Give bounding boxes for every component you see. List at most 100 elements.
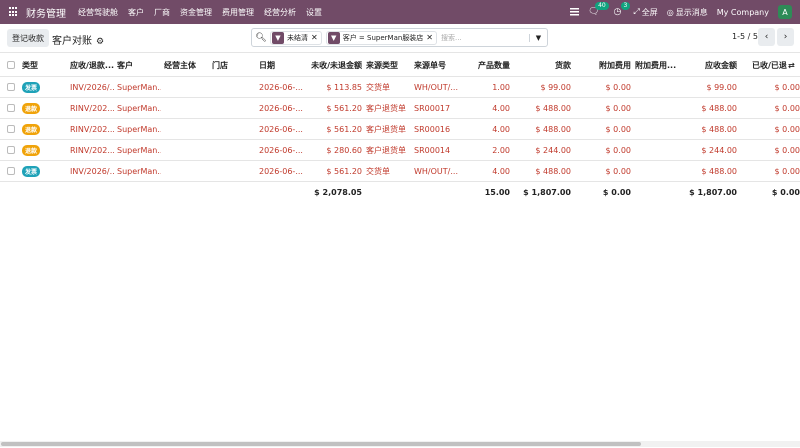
filter-facet-customer[interactable]: ▼ 客户 = SuperMan服装店 ✕	[325, 30, 437, 45]
search-bar: 🔍︎ ▼ 未结清 ✕ ▼ 客户 = SuperMan服装店 ✕ 搜索... ▼	[251, 28, 548, 47]
chevron-down-icon[interactable]: ▼	[529, 33, 547, 42]
register-payment-button[interactable]: 登记收款	[7, 29, 49, 47]
type-badge: 发票	[22, 165, 41, 177]
col-ref[interactable]: 应收/退款...	[70, 54, 114, 76]
activity-button[interactable]: ◷ 3	[614, 2, 631, 17]
cell-received: $ 0.00	[774, 145, 800, 155]
cell-entity	[164, 77, 208, 97]
menu-item-customers[interactable]: 客户	[128, 7, 144, 18]
scrollbar-thumb[interactable]	[1, 442, 641, 446]
search-input[interactable]: 搜索...	[441, 33, 529, 43]
messages-button[interactable]: ◎ 显示消息	[667, 7, 708, 18]
expand-icon: ⤢	[633, 7, 640, 16]
next-page-button[interactable]: ›	[777, 28, 794, 46]
total-unpaid: $ 2,078.05	[314, 188, 362, 197]
cell-customer: SuperMan...	[117, 145, 161, 155]
cell-extra-2	[635, 140, 685, 160]
menu-item-funds[interactable]: 资金管理	[180, 7, 212, 18]
col-goods[interactable]: 货款	[514, 54, 571, 76]
cell-received: $ 0.00	[774, 166, 800, 176]
chevron-left-icon: ‹	[764, 32, 769, 42]
type-badge: 退款	[22, 102, 41, 114]
menu-item-vendors[interactable]: 厂商	[154, 7, 170, 18]
horizontal-scrollbar[interactable]	[0, 441, 800, 447]
row-checkbox[interactable]	[7, 140, 19, 160]
total-extra: $ 0.00	[602, 188, 631, 197]
cell-receivable: $ 244.00	[701, 145, 737, 155]
col-extra[interactable]: 附加费用	[575, 54, 631, 76]
cell-goods: $ 488.00	[535, 166, 571, 176]
pager-value[interactable]: 1-5 / 5	[732, 32, 758, 41]
cell-extra: $ 0.00	[605, 82, 631, 92]
facet-label: 未结清	[287, 33, 308, 42]
cell-receivable: $ 99.00	[706, 82, 737, 92]
cell-store	[212, 77, 256, 97]
search-icon[interactable]: 🔍︎	[252, 33, 270, 43]
list-view-icon[interactable]	[570, 8, 580, 16]
cell-source-ref: SR00017	[414, 103, 451, 113]
col-entity[interactable]: 经营主体	[164, 54, 208, 76]
menu-item-analysis[interactable]: 经营分析	[264, 7, 296, 18]
row-checkbox[interactable]	[7, 98, 19, 118]
cell-entity	[164, 161, 208, 181]
filter-facet-unsettled[interactable]: ▼ 未结清 ✕	[270, 30, 322, 45]
select-all-checkbox[interactable]	[7, 54, 19, 76]
close-icon[interactable]: ✕	[426, 33, 436, 42]
app-title[interactable]: 财务管理	[26, 5, 66, 20]
table-row[interactable]: 退款 RINV/202... SuperMan... 2026-06-... $ 561…	[0, 98, 800, 119]
gear-icon[interactable]: ⚙	[96, 37, 104, 47]
main-menu: 经营驾驶舱 客户 厂商 资金管理 费用管理 经营分析 设置	[78, 7, 332, 18]
list-table: 类型 应收/退款... 客户 经营主体 门店 日期 未收/未退金额 来源类型 来…	[0, 54, 800, 203]
table-row[interactable]: 退款 RINV/202... SuperMan... 2026-06-... $ 561…	[0, 119, 800, 140]
cell-store	[212, 161, 256, 181]
cell-source-ref: SR00014	[414, 145, 451, 155]
row-checkbox[interactable]	[7, 119, 19, 139]
col-qty[interactable]: 产品数量	[464, 54, 510, 76]
chat-button[interactable]: 🗨 40	[588, 2, 609, 17]
col-received[interactable]: 已收/已退	[752, 54, 788, 76]
cell-customer: SuperMan...	[117, 124, 161, 134]
table-row[interactable]: 发票 INV/2026/... SuperMan... 2026-06-... $ 11…	[0, 77, 800, 98]
cell-extra: $ 0.00	[605, 103, 631, 113]
col-source-type[interactable]: 来源类型	[366, 54, 412, 76]
prev-page-button[interactable]: ‹	[758, 28, 775, 46]
col-unpaid[interactable]: 未收/未退金额	[307, 54, 362, 76]
cell-extra: $ 0.00	[605, 124, 631, 134]
apps-grid-icon[interactable]	[9, 7, 19, 17]
row-checkbox[interactable]	[7, 161, 19, 181]
close-icon[interactable]: ✕	[311, 33, 321, 42]
col-date[interactable]: 日期	[259, 54, 307, 76]
type-badge: 退款	[22, 144, 41, 156]
cell-receivable: $ 488.00	[701, 103, 737, 113]
cell-goods: $ 488.00	[535, 103, 571, 113]
cell-extra: $ 0.00	[605, 166, 631, 176]
row-checkbox[interactable]	[7, 77, 19, 97]
table-row[interactable]: 退款 RINV/202... SuperMan... 2026-06-... $ 280…	[0, 140, 800, 161]
cell-unpaid: $ 561.20	[326, 124, 362, 134]
user-avatar[interactable]: A	[778, 5, 792, 19]
cell-ref: RINV/202...	[70, 145, 114, 155]
cell-goods: $ 244.00	[535, 145, 571, 155]
col-type[interactable]: 类型	[22, 54, 62, 76]
col-store[interactable]: 门店	[212, 54, 256, 76]
cell-source-type: 交货单	[366, 166, 390, 176]
menu-item-dashboard[interactable]: 经营驾驶舱	[78, 7, 118, 18]
company-switcher[interactable]: My Company	[717, 8, 769, 17]
breadcrumb: 客户对账 ⚙	[52, 32, 104, 47]
col-extra-2[interactable]: 附加费用...	[635, 54, 685, 76]
column-toggle-icon[interactable]: ⇄	[788, 54, 800, 76]
menu-item-expenses[interactable]: 费用管理	[222, 7, 254, 18]
activity-count-badge: 3	[620, 2, 631, 10]
top-navbar: 财务管理 经营驾驶舱 客户 厂商 资金管理 费用管理 经营分析 设置 🗨 40 …	[0, 0, 800, 24]
cell-source-ref: WH/OUT/...	[414, 166, 458, 176]
facet-label: 客户 = SuperMan服装店	[342, 33, 424, 42]
fullscreen-button[interactable]: ⤢ 全屏	[633, 7, 657, 18]
cell-store	[212, 140, 256, 160]
cell-ref: RINV/202...	[70, 103, 114, 113]
table-row[interactable]: 发票 INV/2026/... SuperMan... 2026-06-... $ 56…	[0, 161, 800, 182]
col-source-ref[interactable]: 来源单号	[414, 54, 464, 76]
col-receivable[interactable]: 应收金额	[685, 54, 737, 76]
total-receivable: $ 1,807.00	[689, 188, 737, 197]
menu-item-settings[interactable]: 设置	[306, 7, 322, 18]
col-customer[interactable]: 客户	[117, 54, 161, 76]
